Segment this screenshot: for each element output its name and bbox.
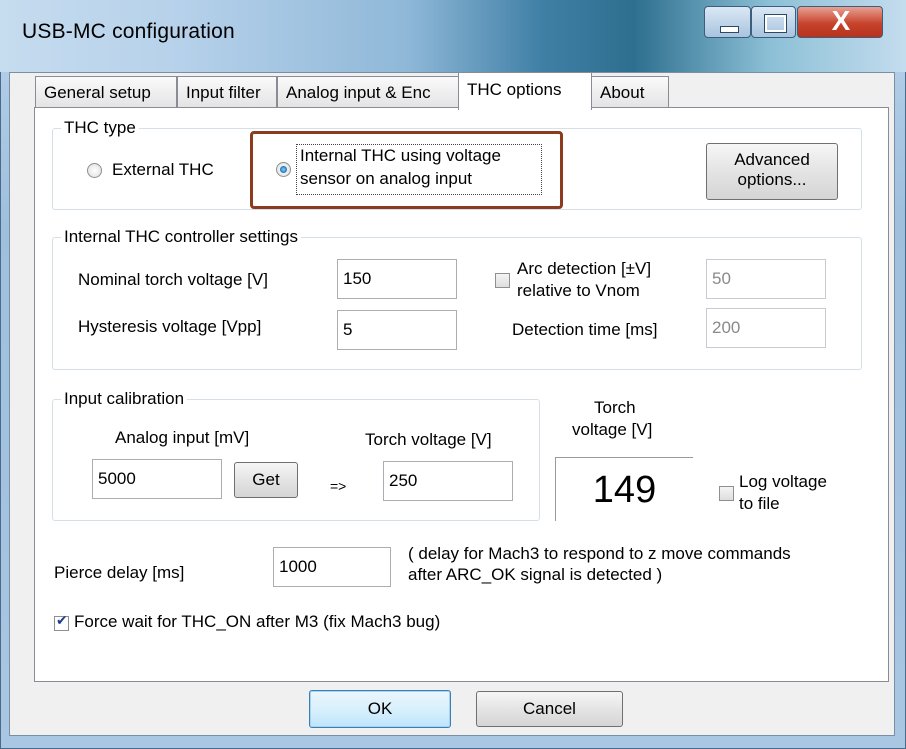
torch-voltage-label: Torch voltage [V] [365, 430, 492, 449]
arc-detection-label-line1[interactable]: Arc detection [±V] [517, 259, 651, 279]
arc-detection-input[interactable] [706, 259, 826, 299]
torch-voltage-input[interactable] [383, 461, 513, 501]
close-button[interactable]: X [797, 5, 883, 38]
ok-button[interactable]: OK [309, 690, 451, 728]
tab-about[interactable]: About [591, 76, 669, 108]
pierce-note-line2: after ARC_OK signal is detected ) [408, 565, 663, 584]
pierce-delay-label: Pierce delay [ms] [54, 563, 185, 582]
hysteresis-voltage-label: Hysteresis voltage [Vpp] [78, 317, 262, 336]
pierce-delay-input[interactable] [273, 547, 391, 587]
controller-settings-label: Internal THC controller settings [61, 227, 302, 247]
minimize-button[interactable] [704, 6, 751, 38]
advanced-options-button[interactable]: Advanced options... [706, 143, 838, 200]
advanced-options-line1: Advanced [734, 150, 810, 169]
highlight-box [250, 131, 563, 209]
torch-readout-label-line1: Torch [594, 398, 636, 417]
analog-input-label: Analog input [mV] [115, 428, 250, 447]
get-button[interactable]: Get [234, 462, 298, 498]
advanced-options-line2: options... [737, 170, 807, 189]
log-voltage-label-line2[interactable]: to file [739, 494, 780, 514]
minimize-icon [720, 26, 739, 33]
arrow-label: => [330, 478, 347, 494]
detection-time-input[interactable] [706, 308, 826, 348]
maximize-icon [764, 14, 787, 33]
tab-input-filter[interactable]: Input filter [177, 76, 277, 108]
tab-analog-input-enc[interactable]: Analog input & Enc [277, 76, 460, 108]
close-icon: X [831, 5, 851, 36]
controller-settings-group [52, 237, 862, 370]
arc-detection-checkbox[interactable] [495, 273, 510, 288]
pierce-note-line1: ( delay for Mach3 to respond to z move c… [408, 544, 791, 563]
window-title: USB-MC configuration [22, 20, 235, 43]
nominal-voltage-input[interactable] [337, 259, 457, 299]
detection-time-label: Detection time [ms] [512, 320, 658, 339]
log-voltage-checkbox[interactable] [719, 486, 734, 501]
cancel-button[interactable]: Cancel [476, 691, 623, 727]
thc-type-label: THC type [61, 118, 139, 138]
log-voltage-label-line1[interactable]: Log voltage [739, 472, 827, 492]
force-wait-label[interactable]: Force wait for THC_ON after M3 (fix Mach… [74, 612, 440, 632]
external-thc-label[interactable]: External THC [112, 160, 214, 180]
torch-voltage-display: 149 [555, 457, 693, 521]
tab-general-setup[interactable]: General setup [35, 76, 177, 108]
analog-input-field[interactable] [92, 459, 222, 499]
maximize-button[interactable] [751, 6, 796, 38]
external-thc-radio[interactable] [87, 163, 102, 178]
hysteresis-voltage-input[interactable] [337, 310, 457, 350]
input-calibration-label: Input calibration [61, 389, 188, 409]
torch-readout-label-line2: voltage [V] [572, 420, 653, 439]
tab-thc-options[interactable]: THC options [458, 72, 592, 110]
arc-detection-label-line2[interactable]: relative to Vnom [517, 281, 640, 301]
nominal-voltage-label: Nominal torch voltage [V] [78, 270, 268, 289]
force-wait-checkbox[interactable] [54, 613, 69, 631]
